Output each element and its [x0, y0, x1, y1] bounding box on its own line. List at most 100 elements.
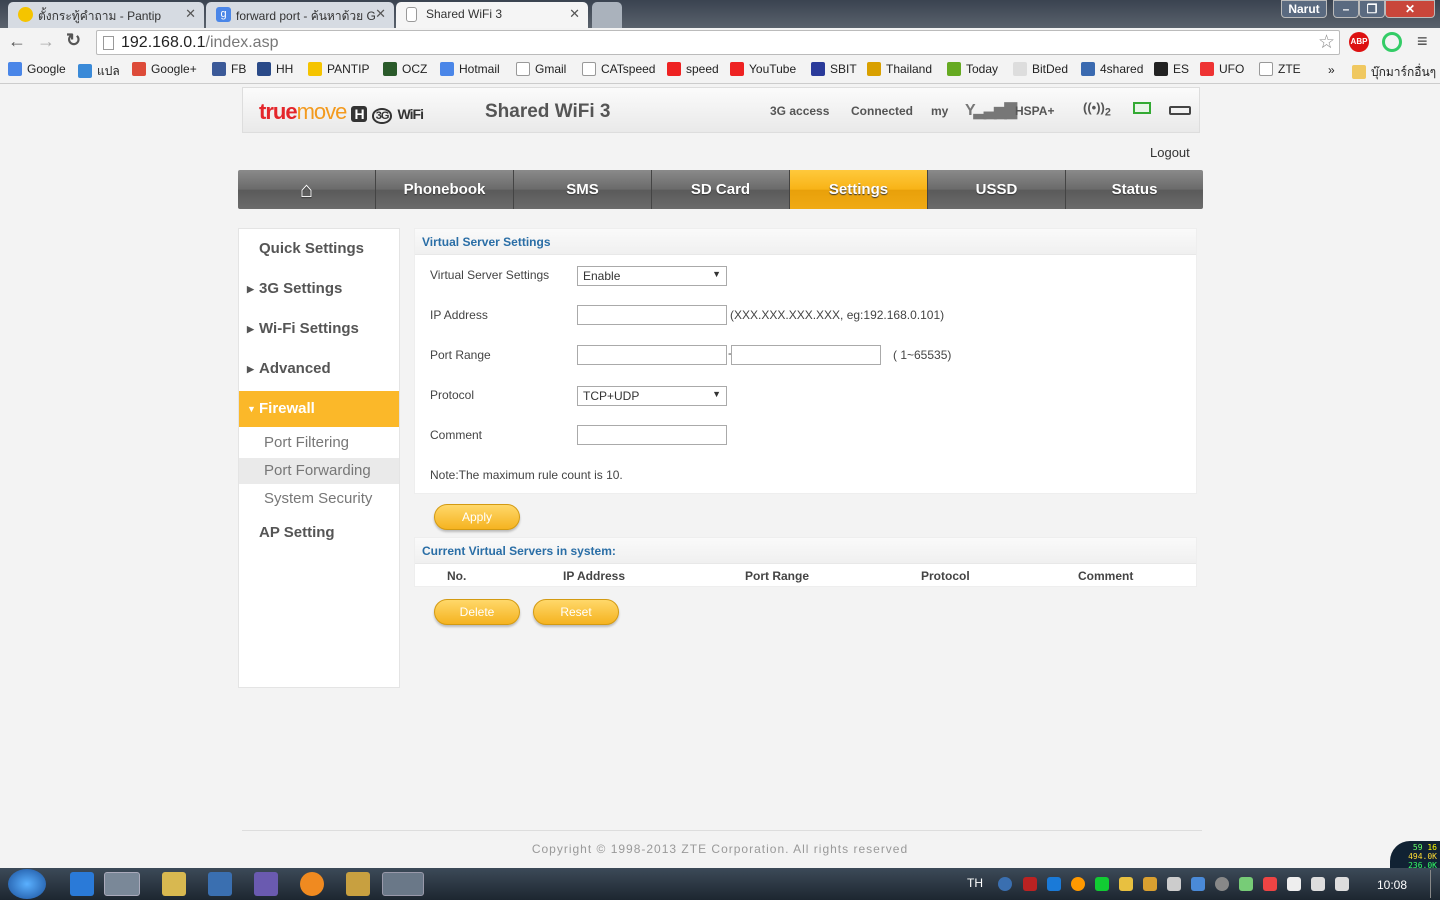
bookmark-label: 4shared — [1100, 62, 1144, 76]
tray-app-icon[interactable] — [1023, 877, 1037, 891]
explorer-icon[interactable] — [162, 872, 186, 896]
reset-button[interactable]: Reset — [533, 599, 619, 625]
close-window-button[interactable]: ✕ — [1385, 0, 1435, 18]
back-icon[interactable]: ← — [8, 31, 26, 52]
profile-button[interactable]: Narut — [1281, 0, 1327, 18]
bookmark-ocz[interactable]: OCZ — [383, 62, 427, 76]
sidebar-item-advanced[interactable]: ▶ Advanced — [239, 351, 399, 387]
bookmark-speed[interactable]: speed — [667, 62, 719, 76]
media-player-icon[interactable] — [208, 872, 232, 896]
other-bookmarks-folder[interactable]: บุ๊กมาร์กอื่นๆ — [1352, 63, 1436, 82]
nav-sd-card[interactable]: SD Card — [652, 170, 790, 209]
comment-input[interactable] — [577, 425, 727, 445]
sidebar-item-wifi-settings[interactable]: ▶ Wi-Fi Settings — [239, 311, 399, 347]
nav-home[interactable]: ⌂ — [238, 170, 376, 209]
bookmark-hotmail[interactable]: Hotmail — [440, 62, 500, 76]
language-indicator[interactable]: TH — [967, 876, 983, 890]
ip-address-input[interactable] — [577, 305, 727, 325]
bookmark-gmail[interactable]: Gmail — [516, 62, 566, 76]
speaker-muted-icon[interactable] — [1263, 877, 1277, 891]
minimize-button[interactable]: – — [1333, 0, 1359, 18]
bookmark-4shared[interactable]: 4shared — [1081, 62, 1143, 76]
extension-icon[interactable] — [1382, 32, 1402, 52]
app-icon[interactable] — [346, 872, 370, 896]
ie-icon[interactable] — [70, 872, 94, 896]
menu-icon[interactable]: ≡ — [1417, 31, 1428, 52]
bookmark-favicon-icon — [582, 62, 596, 76]
close-icon[interactable]: ✕ — [185, 6, 196, 22]
sidebar-item-quick-settings[interactable]: Quick Settings — [239, 231, 399, 267]
bookmark-favicon-icon — [383, 62, 397, 76]
bookmark-youtube[interactable]: YouTube — [730, 62, 796, 76]
adblock-icon[interactable]: ABP — [1349, 32, 1369, 52]
tab-pantip[interactable]: ตั้งกระทู้คำถาม - Pantip ✕ — [8, 2, 204, 28]
teamviewer-icon[interactable] — [1047, 877, 1061, 891]
restore-button[interactable]: ❐ — [1359, 0, 1385, 18]
apply-button[interactable]: Apply — [434, 504, 520, 530]
firefox-icon[interactable] — [300, 872, 324, 896]
visual-studio-icon[interactable] — [254, 872, 278, 896]
tab-google-search[interactable]: g forward port - ค้นหาด้วย G ✕ — [206, 2, 394, 28]
tray-app-icon[interactable] — [1143, 877, 1157, 891]
show-desktop-button[interactable] — [1430, 870, 1440, 898]
bookmark-label: OCZ — [402, 62, 428, 76]
bookmark-star-icon[interactable]: ☆ — [1318, 31, 1335, 54]
bookmark-es[interactable]: ES — [1154, 62, 1189, 76]
protocol-select[interactable]: TCP+UDP — [577, 386, 727, 406]
protocol-label: Protocol — [430, 388, 475, 402]
play-icon[interactable] — [1095, 877, 1109, 891]
nav-settings[interactable]: Settings — [790, 170, 928, 209]
port-from-input[interactable] — [577, 345, 727, 365]
nav-status[interactable]: Status — [1066, 170, 1203, 209]
nav-ussd[interactable]: USSD — [928, 170, 1066, 209]
folder-sync-icon[interactable] — [1119, 877, 1133, 891]
address-bar[interactable]: 192.168.0.1/index.asp ☆ — [96, 30, 1340, 55]
bookmark-catspeed[interactable]: CATspeed — [582, 62, 655, 76]
bookmark-sbit[interactable]: SBIT — [811, 62, 857, 76]
chrome-icon[interactable] — [104, 872, 140, 896]
tab-shared-wifi[interactable]: Shared WiFi 3 ✕ — [396, 2, 588, 28]
nav-phonebook[interactable]: Phonebook — [376, 170, 514, 209]
clock[interactable]: 10:08 — [1377, 878, 1407, 892]
steering-icon[interactable] — [1215, 877, 1229, 891]
tray-app-icon[interactable] — [1191, 877, 1205, 891]
bookmark-thailand[interactable]: Thailand — [867, 62, 932, 76]
action-center-flag-icon[interactable] — [1287, 877, 1301, 891]
port-to-input[interactable] — [731, 345, 881, 365]
app-window-icon[interactable] — [382, 872, 424, 896]
security-check-icon[interactable] — [1239, 877, 1253, 891]
bookmark-ufo[interactable]: UFO — [1200, 62, 1244, 76]
bookmark-pantip[interactable]: PANTIP — [308, 62, 369, 76]
sidebar-item-3g-settings[interactable]: ▶ 3G Settings — [239, 271, 399, 307]
sidebar-sub-port-filtering[interactable]: Port Filtering — [239, 430, 399, 456]
bookmark-google-[interactable]: Google+ — [132, 62, 197, 76]
new-tab-button[interactable] — [592, 2, 622, 28]
bookmark-bitded[interactable]: BitDed — [1013, 62, 1068, 76]
close-icon[interactable]: ✕ — [375, 6, 386, 22]
camera-icon[interactable] — [1167, 877, 1181, 891]
steam-icon[interactable] — [998, 877, 1012, 891]
virtual-server-select[interactable]: Enable — [577, 266, 727, 286]
close-icon[interactable]: ✕ — [569, 6, 580, 22]
battery-icon — [1169, 106, 1191, 115]
bookmark-hh[interactable]: HH — [257, 62, 293, 76]
tray-app-icon[interactable] — [1071, 877, 1085, 891]
reload-icon[interactable]: ↻ — [66, 30, 81, 51]
sidebar-sub-system-security[interactable]: System Security — [239, 486, 399, 512]
volume-icon[interactable] — [1335, 877, 1349, 891]
bookmark--[interactable]: แปล — [78, 62, 120, 81]
start-button[interactable] — [8, 869, 46, 899]
network-icon[interactable] — [1311, 877, 1325, 891]
sidebar-item-ap-setting[interactable]: AP Setting — [239, 515, 399, 551]
bookmark-google[interactable]: Google — [8, 62, 66, 76]
sidebar-sub-port-forwarding[interactable]: Port Forwarding — [239, 458, 399, 484]
more-bookmarks-button[interactable]: » — [1328, 63, 1335, 77]
sidebar-item-firewall[interactable]: ▼ Firewall — [239, 391, 399, 427]
bookmark-fb[interactable]: FB — [212, 62, 246, 76]
bookmark-zte[interactable]: ZTE — [1259, 62, 1301, 76]
nav-sms[interactable]: SMS — [514, 170, 652, 209]
bookmark-today[interactable]: Today — [947, 62, 998, 76]
forward-icon[interactable]: → — [37, 31, 55, 52]
delete-button[interactable]: Delete — [434, 599, 520, 625]
logout-link[interactable]: Logout — [1150, 145, 1190, 160]
